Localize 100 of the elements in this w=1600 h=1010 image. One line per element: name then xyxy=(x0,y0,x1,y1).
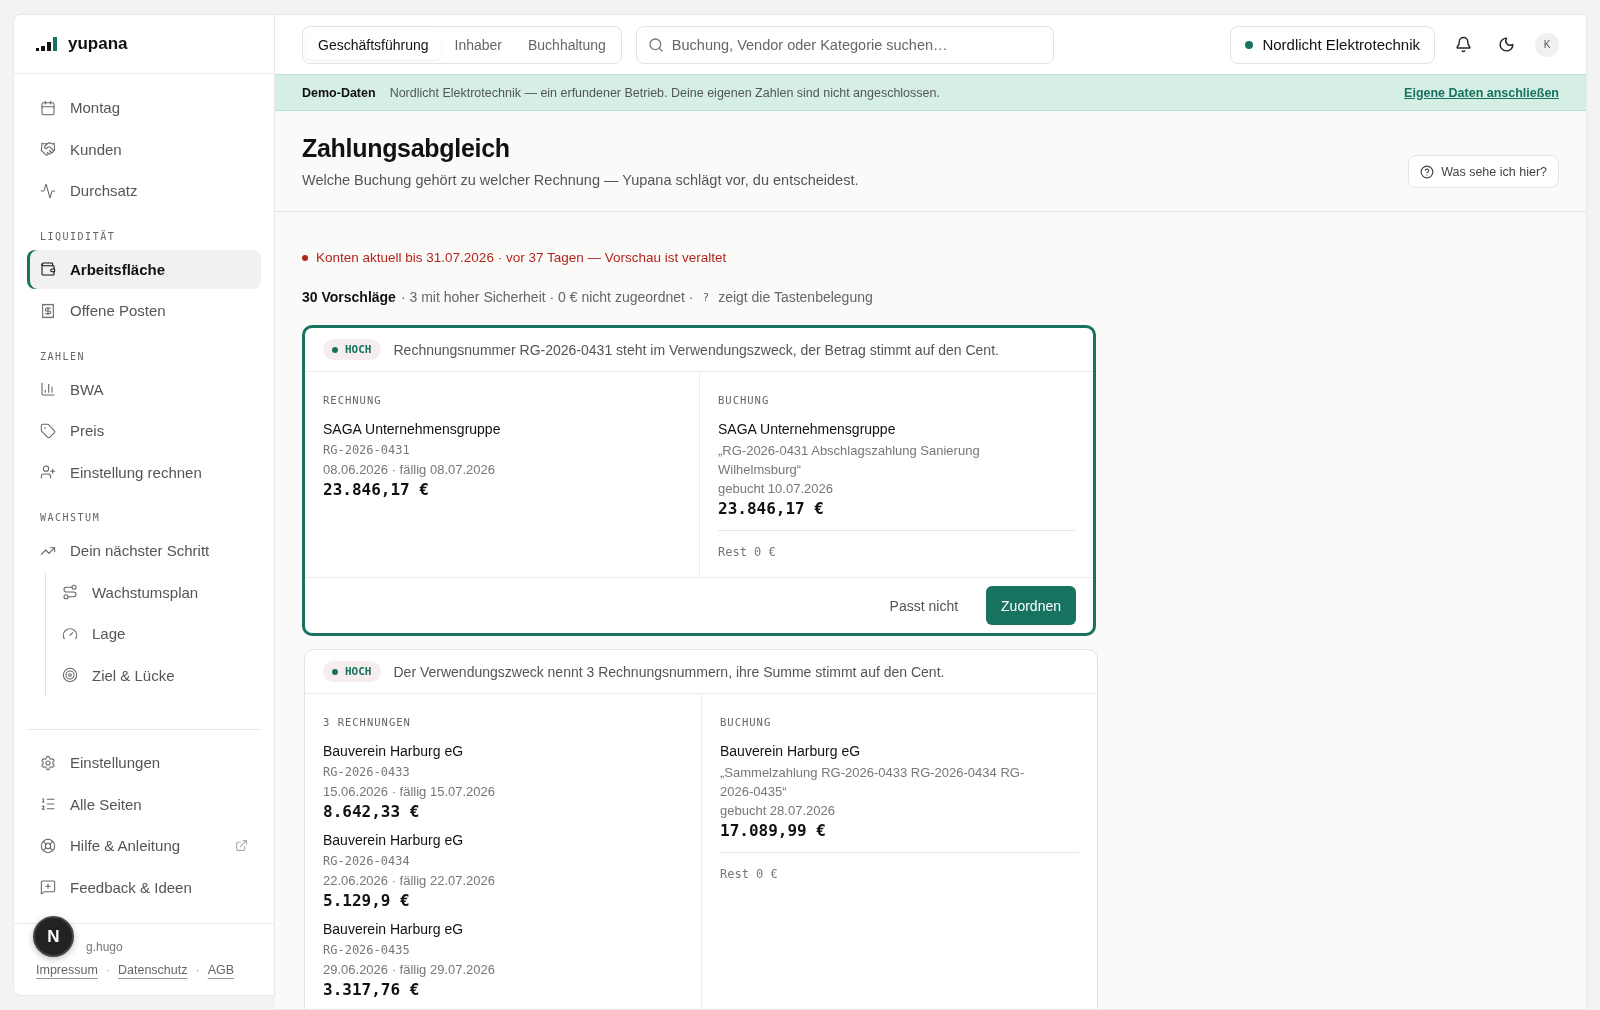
footer-link[interactable]: Datenschutz xyxy=(118,963,188,977)
calendar-icon xyxy=(40,99,56,116)
nav-item[interactable]: Montag xyxy=(27,88,261,127)
booking-date: gebucht 28.07.2026 xyxy=(720,802,836,820)
wallet-icon xyxy=(40,261,56,277)
confidence-badge: HOCH xyxy=(323,339,381,360)
booking-payer: Bauverein Harburg eG xyxy=(720,742,862,761)
banner-label: Demo-Daten xyxy=(302,85,376,100)
footer-link[interactable]: Impressum xyxy=(36,963,98,977)
remaining-amount: Rest 0 € xyxy=(718,530,1075,559)
lifebuoy-icon xyxy=(40,837,56,854)
nav-item[interactable]: Feedback & Ideen xyxy=(27,867,261,907)
search-icon xyxy=(647,36,664,53)
column-heading: 3 RECHNUNGEN xyxy=(323,716,412,728)
nav-item[interactable]: Alle Seiten xyxy=(27,784,261,824)
booking-date: gebucht 10.07.2026 xyxy=(718,480,834,498)
nav-item[interactable]: Durchsatz xyxy=(27,171,261,210)
nav-item[interactable]: Einstellungen xyxy=(27,743,261,782)
view-tab[interactable]: Buchhaltung xyxy=(516,29,618,60)
nav-item[interactable]: Preis xyxy=(27,411,261,450)
match-reason: Der Verwendungszweck nennt 3 Rechnungsnummern, ihre Summe stimmt auf den Cent. xyxy=(393,663,945,680)
invoice-customer: Bauverein Harburg eG xyxy=(323,831,465,850)
avatar[interactable]: K xyxy=(1535,32,1559,57)
pulse-icon xyxy=(40,182,56,199)
suggestion-count: 30 Vorschläge xyxy=(302,289,396,305)
nav-item[interactable]: Hilfe & Anleitung xyxy=(27,826,261,865)
column-heading: RECHNUNG xyxy=(323,394,383,406)
nav-item[interactable]: Dein nächster Schritt xyxy=(27,531,261,570)
nav-item[interactable]: Einstellung rechnen xyxy=(27,452,261,492)
message-plus-icon xyxy=(40,879,56,895)
invoice-amount: 8.642,33 € xyxy=(323,801,421,823)
search-field[interactable]: Buchung, Vendor oder Kategorie suchen… xyxy=(635,25,1054,64)
section-heading: LIQUIDITÄT xyxy=(39,229,117,244)
invoice-dates: 22.06.2026 · fällig 22.07.2026 xyxy=(323,872,497,890)
invoice-number: RG-2026-0435 xyxy=(323,942,411,959)
view-tab[interactable]: Geschäftsführung xyxy=(306,29,441,60)
route-icon xyxy=(62,584,78,600)
confidence-badge: HOCH xyxy=(323,661,381,682)
invoice-dates: 15.06.2026 · fällig 15.07.2026 xyxy=(323,783,497,801)
nav-item[interactable]: BWA xyxy=(27,369,261,409)
gauge-icon xyxy=(62,625,78,642)
section-heading: ZAHLEN xyxy=(39,349,87,364)
target-icon xyxy=(62,667,78,683)
shortcut-hint: zeigt die Tastenbelegung xyxy=(718,289,873,305)
receipt-icon xyxy=(40,302,56,319)
invoice-amount: 3.317,76 € xyxy=(323,979,421,1001)
bell-icon xyxy=(1455,36,1472,53)
booking-amount: 23.846,17 € xyxy=(718,498,825,520)
column-heading: BUCHUNG xyxy=(720,716,773,728)
separator: · xyxy=(105,963,110,977)
moon-icon xyxy=(1498,36,1515,53)
nav-item[interactable]: Offene Posten xyxy=(27,291,261,330)
page-title: Zahlungsabgleich xyxy=(302,134,511,163)
help-button[interactable]: Was sehe ich hier? xyxy=(1408,155,1559,188)
bar-chart-icon xyxy=(40,381,56,397)
logo-icon xyxy=(36,37,60,51)
summary-text: · 3 mit hoher Sicherheit · 0 € nicht zugeordnet · xyxy=(400,289,694,305)
user-plus-icon xyxy=(40,464,56,480)
nav-item[interactable]: Ziel & Lücke xyxy=(49,655,261,695)
list-icon xyxy=(40,796,56,812)
invoice-amount: 5.129,9 € xyxy=(323,890,411,912)
invoice-number: RG-2026-0434 xyxy=(323,853,411,870)
invoice-number: RG-2026-0433 xyxy=(323,764,411,781)
match-card[interactable] xyxy=(302,325,1096,636)
column-heading: BUCHUNG xyxy=(718,394,771,406)
alert-text: Konten aktuell bis 31.07.2026 · vor 37 Tagen — Vorschau ist veraltet xyxy=(316,250,727,265)
tag-icon xyxy=(40,422,56,439)
logo-text: yupana xyxy=(68,34,128,54)
view-tab[interactable]: Inhaber xyxy=(442,29,514,60)
reject-button[interactable]: Passt nicht xyxy=(883,596,965,615)
alert-dot xyxy=(302,254,308,261)
invoice-dates: 29.06.2026 · fällig 29.07.2026 xyxy=(323,961,497,979)
shortcut-key: ? xyxy=(698,290,714,304)
match-reason: Rechnungsnummer RG-2026-0431 steht im Verwendungszweck, der Betrag stimmt auf den Cent. xyxy=(393,341,999,358)
company-button[interactable]: Nordlicht Elektrotechnik xyxy=(1230,25,1435,64)
page-subtitle: Welche Buchung gehört zu welcher Rechnung — Yupana schlägt vor, du entscheidest. xyxy=(302,172,859,188)
invoice-customer: SAGA Unternehmensgruppe xyxy=(323,420,502,439)
remaining-amount: Rest 0 € xyxy=(720,852,1079,881)
nav-item[interactable]: Wachstumsplan xyxy=(49,572,261,612)
status-dot xyxy=(1245,40,1254,49)
nav-item[interactable]: Kunden xyxy=(27,129,261,169)
section-heading: WACHSTUM xyxy=(39,511,102,525)
connect-data-link[interactable]: Eigene Daten anschließen xyxy=(1404,85,1559,100)
invoice-dates: 08.06.2026 · fällig 08.07.2026 xyxy=(323,461,497,479)
settings-icon xyxy=(40,754,56,771)
invoice-customer: Bauverein Harburg eG xyxy=(323,742,465,761)
nav-item[interactable]: Lage xyxy=(49,614,261,653)
help-icon xyxy=(1420,164,1435,179)
invoice-amount: 23.846,17 € xyxy=(323,479,430,501)
invoice-customer: Bauverein Harburg eG xyxy=(323,920,465,939)
assign-button[interactable]: Zuordnen xyxy=(986,586,1076,625)
banner-text: Nordlicht Elektrotechnik — ein erfundener Betrieb. Deine eigenen Zahlen sind nicht angeschlossen. xyxy=(389,85,940,100)
credit-text: g.hugo xyxy=(85,940,123,954)
separator: · xyxy=(195,963,200,977)
handshake-icon xyxy=(40,141,56,157)
booking-payer: SAGA Unternehmensgruppe xyxy=(718,420,897,439)
footer-link[interactable]: AGB xyxy=(207,963,235,977)
nav-item[interactable]: Arbeitsfläche xyxy=(27,249,261,289)
invoice-number: RG-2026-0431 xyxy=(323,442,411,459)
booking-amount: 17.089,99 € xyxy=(720,820,827,842)
